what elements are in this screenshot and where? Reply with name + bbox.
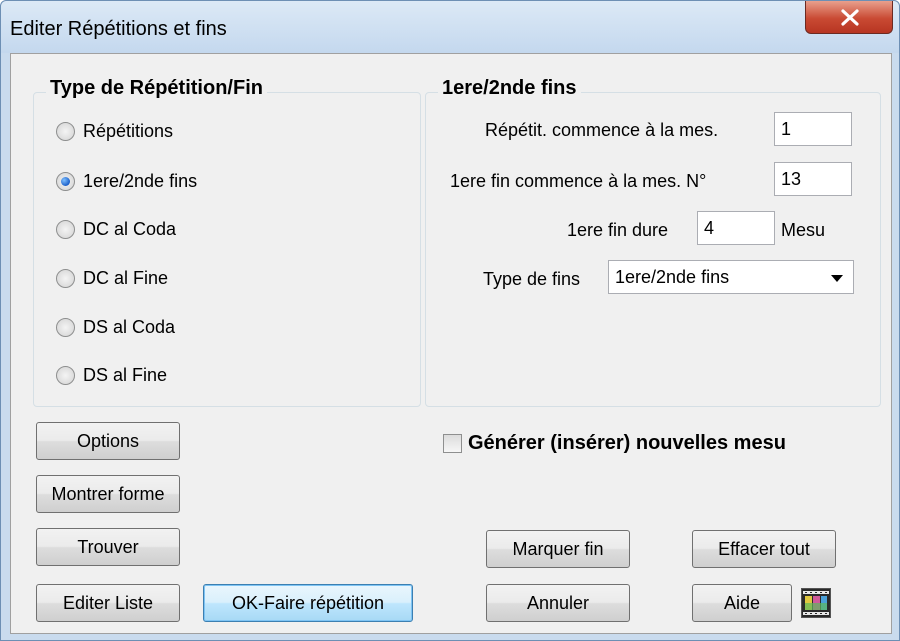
- radio-button[interactable]: [56, 219, 75, 239]
- radio-button[interactable]: [56, 268, 75, 288]
- radio-label: DC al Fine: [83, 267, 169, 288]
- close-button[interactable]: [805, 1, 893, 34]
- radio-dc-al-fine[interactable]: DC al Fine: [56, 263, 168, 293]
- repeat-type-group-title: Type de Répétition/Fin: [46, 77, 267, 100]
- radio-button[interactable]: [56, 365, 75, 385]
- film-icon: [802, 589, 830, 617]
- first-ending-length-label: 1ere fin dure: [567, 220, 669, 240]
- clear-all-button[interactable]: Effacer tout: [692, 530, 836, 568]
- repeat-start-label: Répétit. commence à la mes.: [485, 120, 719, 140]
- options-button[interactable]: Options: [36, 422, 180, 460]
- radio-first-second-endings[interactable]: 1ere/2nde fins: [56, 166, 197, 196]
- first-ending-length-input[interactable]: [697, 211, 775, 245]
- film-icon-button[interactable]: [801, 588, 831, 618]
- radio-label: 1ere/2nde fins: [83, 170, 198, 191]
- radio-ds-al-fine[interactable]: DS al Fine: [56, 360, 167, 390]
- endings-type-select[interactable]: 1ere/2nde fins: [608, 260, 854, 294]
- radio-ds-al-coda[interactable]: DS al Coda: [56, 312, 175, 342]
- window-title: Editer Répétitions et fins: [10, 18, 227, 40]
- find-button[interactable]: Trouver: [36, 528, 180, 566]
- endings-type-value: 1ere/2nde fins: [615, 266, 730, 287]
- radio-dc-al-coda[interactable]: DC al Coda: [56, 214, 176, 244]
- repeat-start-input[interactable]: [774, 112, 852, 146]
- endings-group-title: 1ere/2nde fins: [438, 77, 581, 100]
- radio-button[interactable]: [56, 171, 75, 191]
- radio-label: DC al Coda: [83, 218, 177, 239]
- first-ending-start-label: 1ere fin commence à la mes. N°: [450, 171, 707, 191]
- radio-button[interactable]: [56, 317, 75, 337]
- mark-end-button[interactable]: Marquer fin: [486, 530, 630, 568]
- first-ending-start-input[interactable]: [774, 162, 852, 196]
- generate-new-measures-checkbox-row[interactable]: Générer (insérer) nouvelles mesu: [443, 432, 786, 455]
- ok-make-repeat-button[interactable]: OK-Faire répétition: [203, 584, 413, 622]
- edit-list-button[interactable]: Editer Liste: [36, 584, 180, 622]
- radio-label: DS al Coda: [83, 316, 176, 337]
- radio-label: DS al Fine: [83, 364, 168, 385]
- help-button[interactable]: Aide: [692, 584, 792, 622]
- radio-label: Répétitions: [83, 120, 174, 141]
- dialog-window: Editer Répétitions et fins Type de Répét…: [0, 0, 900, 641]
- cancel-button[interactable]: Annuler: [486, 584, 630, 622]
- radio-repetitions[interactable]: Répétitions: [56, 116, 173, 146]
- dialog-body: Type de Répétition/Fin Répétitions 1ere/…: [10, 53, 892, 634]
- title-bar[interactable]: Editer Répétitions et fins: [1, 1, 899, 53]
- endings-type-label: Type de fins: [483, 269, 581, 289]
- chevron-down-icon[interactable]: [831, 275, 843, 282]
- radio-button[interactable]: [56, 121, 75, 141]
- generate-new-measures-checkbox[interactable]: [443, 434, 462, 453]
- repeat-type-group: Type de Répétition/Fin Répétitions 1ere/…: [33, 77, 421, 407]
- first-ending-length-unit: Mesu: [781, 220, 826, 240]
- show-form-button[interactable]: Montrer forme: [36, 475, 180, 513]
- close-icon: [841, 9, 859, 26]
- generate-new-measures-label: Générer (insérer) nouvelles mesu: [468, 432, 786, 454]
